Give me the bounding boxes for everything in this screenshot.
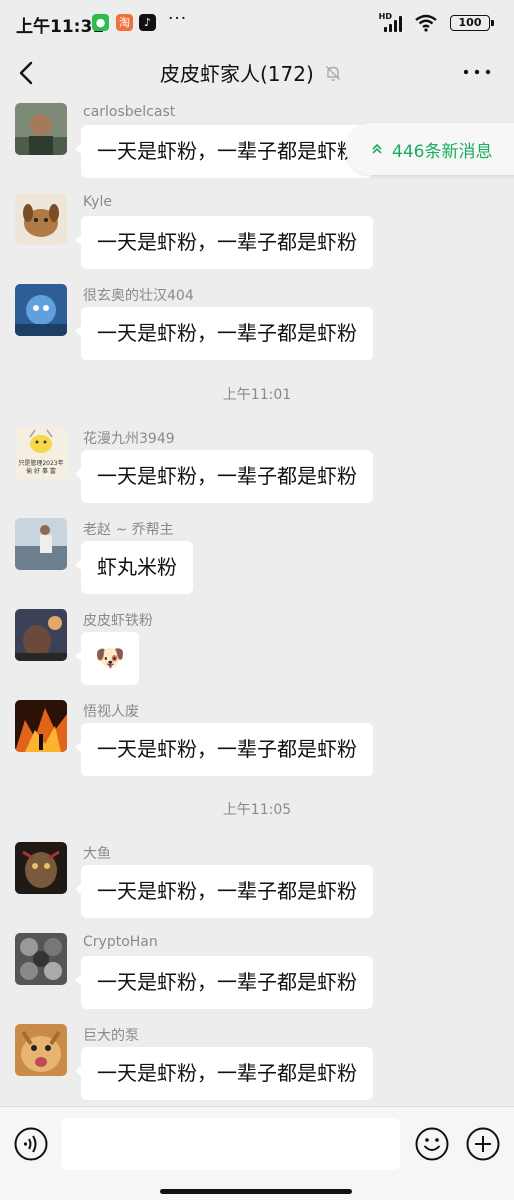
message-list[interactable]: carlosbelcast 一天是虾粉，一辈子都是虾粉 Kyle 一天是虾粉，一…: [0, 100, 514, 1106]
chat-header: 皮皮虾家人(172): [0, 46, 514, 100]
message-bubble[interactable]: 一天是虾粉，一辈子都是虾粉: [75, 865, 373, 918]
avatar[interactable]: [15, 933, 67, 985]
message-bubble[interactable]: 一天是虾粉，一辈子都是虾粉: [75, 956, 373, 1009]
avatar[interactable]: [15, 842, 67, 894]
sender-name: 大鱼: [83, 846, 111, 862]
avatar[interactable]: [15, 609, 67, 661]
avatar-caption: 只是管理2023年 偷 好 事 富: [18, 460, 64, 475]
avatar[interactable]: [15, 1024, 67, 1076]
signal-icon: [384, 16, 406, 32]
avatar[interactable]: [15, 193, 67, 245]
avatar[interactable]: [15, 518, 67, 570]
avatar[interactable]: 只是管理2023年 偷 好 事 富: [15, 427, 67, 479]
message-bubble[interactable]: 一天是虾粉，一辈子都是虾粉: [75, 450, 373, 503]
avatar[interactable]: [15, 700, 67, 752]
voice-icon[interactable]: [14, 1127, 48, 1161]
emoji-smile-icon[interactable]: [415, 1127, 449, 1161]
status-time: 上午11:31: [16, 17, 105, 37]
sender-name: Kyle: [83, 194, 112, 210]
new-messages-label: 446条新消息: [392, 141, 493, 162]
more-dots-icon[interactable]: [462, 64, 492, 80]
home-indicator: [160, 1189, 352, 1194]
sender-name: 巨大的泵: [83, 1028, 139, 1044]
message-bubble[interactable]: 一天是虾粉，一辈子都是虾粉: [75, 723, 373, 776]
time-separator: 上午11:01: [222, 387, 292, 403]
message-input[interactable]: [62, 1118, 400, 1170]
sender-name: 皮皮虾铁粉: [83, 613, 153, 629]
tiktok-icon: ♪: [139, 14, 156, 31]
message-bubble[interactable]: 虾丸米粉: [75, 541, 193, 594]
wechat-icon: ●: [92, 14, 109, 31]
wifi-icon: [415, 14, 437, 32]
chevron-left-icon[interactable]: [14, 58, 40, 88]
chat-title: 皮皮虾家人(172): [160, 62, 314, 86]
double-chevron-up-icon: [372, 143, 382, 154]
bell-off-icon: [325, 65, 340, 81]
avatar[interactable]: [15, 103, 67, 155]
battery-icon: 100: [450, 15, 494, 31]
sender-name: CryptoHan: [83, 934, 158, 950]
sender-name: 很玄奥的壮汉404: [83, 288, 194, 304]
new-messages-button[interactable]: 446条新消息: [346, 123, 514, 175]
status-more-dots: ···: [168, 9, 188, 29]
chat-title-group: 皮皮虾家人(172): [160, 58, 342, 87]
sender-name: carlosbelcast: [83, 104, 176, 120]
message-bubble[interactable]: 🐶: [75, 632, 139, 685]
sender-name: 老赵 ~ 乔帮主: [83, 522, 174, 538]
chat-input-bar: [0, 1106, 514, 1200]
message-bubble[interactable]: 一天是虾粉，一辈子都是虾粉: [75, 1047, 373, 1100]
status-bar: 上午11:31 ● 淘 ♪ ··· HD 100: [0, 0, 514, 46]
avatar[interactable]: [15, 284, 67, 336]
time-separator: 上午11:05: [222, 802, 292, 818]
plus-circle-icon[interactable]: [466, 1127, 500, 1161]
message-bubble[interactable]: 一天是虾粉，一辈子都是虾粉: [75, 125, 373, 178]
message-bubble[interactable]: 一天是虾粉，一辈子都是虾粉: [75, 307, 373, 360]
sender-name: 悟视人废: [83, 704, 139, 720]
sender-name: 花漫九州3949: [83, 431, 175, 447]
message-bubble[interactable]: 一天是虾粉，一辈子都是虾粉: [75, 216, 373, 269]
taobao-icon: 淘: [116, 14, 133, 31]
